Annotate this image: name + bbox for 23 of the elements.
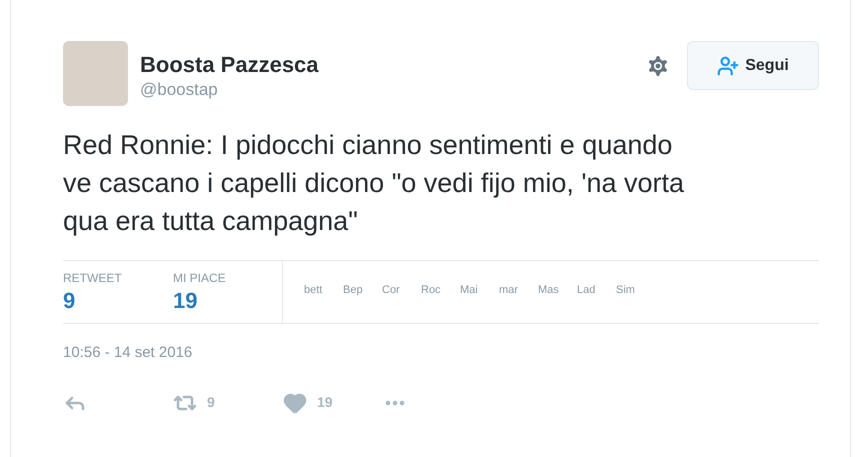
liker-name[interactable]: mar: [499, 283, 526, 323]
heart-icon[interactable]: [283, 390, 307, 414]
author-handle[interactable]: @boostap: [140, 79, 319, 101]
avatar-placeholder: [63, 41, 128, 106]
liker-name[interactable]: Lad: [577, 283, 604, 323]
liker-name[interactable]: Mas: [538, 283, 565, 323]
stat-label: MI PIACE: [173, 270, 227, 286]
liker-name[interactable]: Roc: [421, 283, 448, 323]
tweet-text: Red Ronnie: I pidocchi cianno sentimenti e quando ve cascano i capelli dicono "o vedi fijo mio, 'na vorta qua era tutta campagna": [63, 129, 686, 238]
follow-button[interactable]: Segui: [687, 41, 819, 90]
action-count: 9: [207, 393, 215, 412]
liker-name[interactable]: Cor: [382, 283, 409, 323]
stat-label: RETWEET: [63, 270, 123, 286]
stat-value[interactable]: 9: [63, 287, 173, 315]
action-count: 19: [317, 393, 333, 412]
liker-name[interactable]: Mai: [460, 283, 487, 323]
liker-name[interactable]: Bep: [343, 283, 370, 323]
tweet-timestamp[interactable]: 10:56 - 14 set 2016: [63, 342, 819, 364]
add-user-icon: [717, 54, 740, 76]
author-name[interactable]: Boosta Pazzesca: [140, 51, 319, 79]
liker-name[interactable]: Sim: [616, 283, 643, 323]
stat-value[interactable]: 19: [173, 287, 282, 315]
liker-name[interactable]: bett: [304, 283, 331, 323]
